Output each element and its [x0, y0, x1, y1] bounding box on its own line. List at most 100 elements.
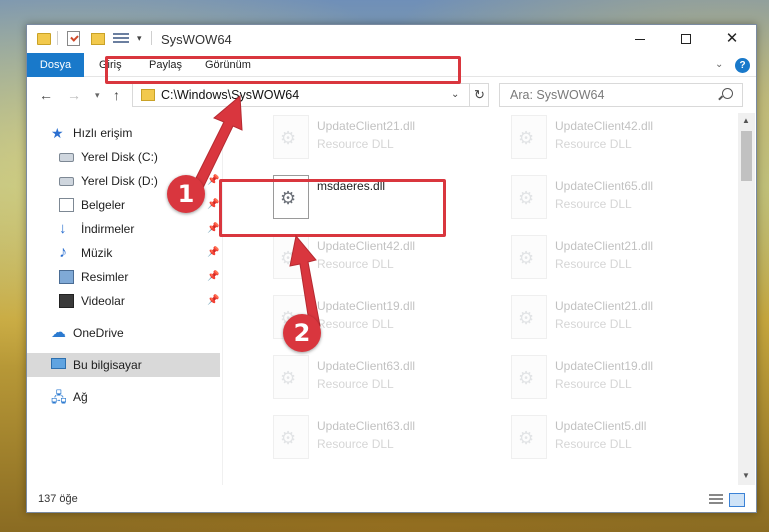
cloud-icon: ☁: [51, 324, 66, 341]
sidebar-item-label: İndirmeler: [81, 222, 135, 236]
search-input[interactable]: Ara: SysWOW64: [499, 83, 743, 107]
sidebar-item-label: Ağ: [73, 390, 88, 404]
network-icon: 🖧: [51, 389, 67, 405]
scroll-up-arrow-icon[interactable]: ▲: [742, 116, 750, 125]
file-type: Resource DLL: [317, 437, 394, 451]
sidebar-item-label: Hızlı erişim: [73, 126, 133, 140]
new-folder-icon[interactable]: [91, 33, 105, 45]
title-bar: ▾ SysWOW64 ✕: [27, 25, 756, 53]
close-button[interactable]: ✕: [709, 25, 755, 53]
dll-file-icon: [273, 415, 309, 459]
sidebar-item-label: Yerel Disk (D:): [81, 174, 158, 188]
file-item[interactable]: UpdateClient21.dll Resource DLL: [245, 113, 475, 165]
minimize-button[interactable]: [617, 25, 663, 53]
address-history-chevron-icon[interactable]: ⌄: [451, 89, 459, 100]
pin-icon[interactable]: 📌: [207, 223, 219, 234]
download-icon: ↓: [59, 220, 67, 237]
expand-ribbon-chevron-icon[interactable]: ⌄: [715, 59, 723, 70]
vertical-scrollbar[interactable]: ▲ ▼: [738, 113, 755, 485]
file-type: Resource DLL: [555, 197, 632, 211]
dll-file-icon: [511, 415, 547, 459]
videos-icon: [59, 294, 74, 308]
file-type: Resource DLL: [555, 377, 632, 391]
file-explorer-window: ▾ SysWOW64 ✕ Dosya Giriş Paylaş Görünüm …: [26, 24, 757, 513]
pin-icon[interactable]: 📌: [207, 295, 219, 306]
dll-file-icon: [511, 295, 547, 339]
sidebar-item-label: Bu bilgisayar: [73, 358, 142, 372]
tab-file[interactable]: Dosya: [27, 53, 84, 77]
dll-file-icon: [511, 355, 547, 399]
toolbar-separator: [151, 31, 152, 45]
music-icon: ♪: [59, 244, 67, 261]
file-item[interactable]: UpdateClient21.dll Resource DLL: [483, 231, 713, 285]
file-name: UpdateClient21.dll: [555, 299, 654, 313]
sidebar-item-pictures[interactable]: Resimler 📌: [27, 265, 220, 289]
maximize-button[interactable]: [663, 25, 709, 53]
sidebar-item-label: OneDrive: [73, 326, 124, 340]
file-item[interactable]: UpdateClient19.dll Resource DLL: [483, 351, 713, 405]
up-arrow-icon[interactable]: ↑: [113, 87, 120, 103]
file-type: Resource DLL: [317, 137, 394, 151]
star-icon: ★: [51, 125, 64, 141]
recent-locations-chevron-icon[interactable]: ▾: [95, 90, 100, 101]
file-name: UpdateClient63.dll: [317, 419, 416, 433]
sidebar-item-this-pc[interactable]: Bu bilgisayar: [27, 353, 220, 377]
dll-file-icon: [511, 115, 547, 159]
search-placeholder: Ara: SysWOW64: [510, 88, 605, 102]
sidebar-item-downloads[interactable]: ↓ İndirmeler 📌: [27, 217, 220, 241]
dll-file-icon: [511, 175, 547, 219]
file-type: Resource DLL: [555, 437, 632, 451]
maximize-icon: [681, 34, 691, 44]
file-name: UpdateClient63.dll: [317, 359, 416, 373]
details-view-icon[interactable]: [709, 494, 723, 506]
pictures-icon: [59, 270, 74, 284]
file-item[interactable]: UpdateClient65.dll Resource DLL: [483, 171, 713, 225]
file-item[interactable]: UpdateClient63.dll Resource DLL: [245, 351, 475, 405]
file-type: Resource DLL: [555, 257, 632, 271]
sidebar-item-videos[interactable]: Videolar 📌: [27, 289, 220, 313]
file-name: UpdateClient42.dll: [555, 119, 654, 133]
large-icons-view-icon[interactable]: [729, 493, 745, 507]
step-badge-1: 1: [167, 175, 205, 213]
status-bar: 137 öğe: [27, 489, 756, 512]
file-item[interactable]: UpdateClient21.dll Resource DLL: [483, 291, 713, 345]
pin-icon[interactable]: 📌: [207, 271, 219, 282]
sidebar-item-label: Resimler: [81, 270, 129, 284]
view-menu-icon[interactable]: [113, 33, 129, 45]
sidebar-item-music[interactable]: ♪ Müzik 📌: [27, 241, 220, 265]
file-item[interactable]: UpdateClient42.dll Resource DLL: [483, 113, 713, 165]
properties-icon[interactable]: [67, 31, 80, 46]
file-item[interactable]: UpdateClient5.dll Resource DLL: [483, 411, 713, 465]
file-type: Resource DLL: [555, 137, 632, 151]
sidebar-item-label: Belgeler: [81, 198, 126, 212]
customize-quick-access-chevron-icon[interactable]: ▾: [137, 33, 142, 49]
item-count: 137 öğe: [38, 493, 78, 505]
file-name: UpdateClient42.dll: [317, 239, 416, 253]
file-type: Resource DLL: [317, 377, 394, 391]
sidebar-item-label: Müzik: [81, 246, 113, 260]
sidebar-item-label: Yerel Disk (C:): [81, 150, 158, 164]
refresh-icon[interactable]: ↻: [469, 84, 489, 106]
file-item[interactable]: UpdateClient63.dll Resource DLL: [245, 411, 475, 465]
back-arrow-icon[interactable]: ←: [39, 87, 53, 103]
search-icon[interactable]: [722, 88, 733, 99]
dll-file-icon: [273, 115, 309, 159]
window-title: SysWOW64: [161, 32, 232, 47]
file-name: UpdateClient19.dll: [555, 359, 654, 373]
minimize-icon: [635, 39, 645, 40]
sidebar-item-network[interactable]: 🖧 Ağ: [27, 385, 220, 409]
help-icon[interactable]: ?: [735, 58, 750, 73]
dll-file-icon: [273, 355, 309, 399]
scroll-down-arrow-icon[interactable]: ▼: [742, 471, 750, 480]
scrollbar-thumb[interactable]: [741, 131, 752, 181]
folder-icon: [37, 33, 51, 45]
file-name: UpdateClient19.dll: [317, 299, 416, 313]
sidebar-item-label: Videolar: [81, 294, 125, 308]
documents-icon: [59, 198, 74, 212]
drive-icon: [59, 153, 74, 162]
file-name: UpdateClient5.dll: [555, 419, 647, 433]
sidebar-item-onedrive[interactable]: ☁ OneDrive: [27, 321, 220, 345]
file-type: Resource DLL: [555, 317, 632, 331]
pin-icon[interactable]: 📌: [207, 247, 219, 258]
forward-arrow-icon[interactable]: →: [67, 87, 81, 103]
